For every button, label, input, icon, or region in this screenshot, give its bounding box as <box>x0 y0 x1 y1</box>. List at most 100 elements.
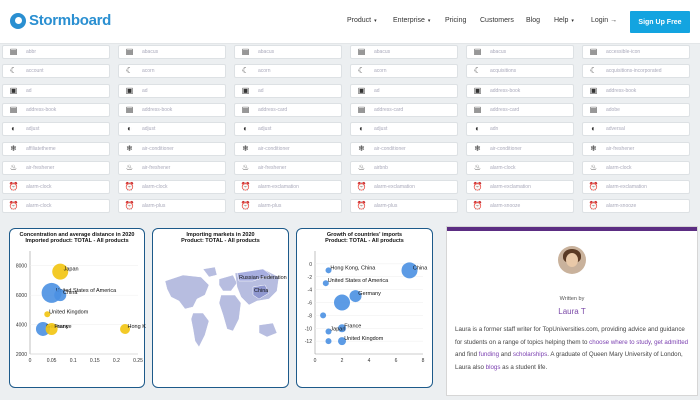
nav-customers[interactable]: Customers <box>480 17 514 24</box>
icon-tile[interactable]: ▤ abbr <box>2 45 110 59</box>
y-tick-label: 0 <box>309 262 312 268</box>
funding-link[interactable]: funding <box>479 351 499 358</box>
icon-tile-label: abacus <box>374 49 391 55</box>
alarm-clock-icon: ⏰ <box>8 201 19 211</box>
acorn-icon: ☾ <box>125 66 134 76</box>
icon-tile[interactable]: ⏰ alarm-snooze <box>582 199 690 214</box>
icon-tile[interactable]: ▤ address-card <box>234 102 342 117</box>
scholarships-link[interactable]: scholarships <box>513 351 547 358</box>
icon-tile[interactable]: ⏰ alarm-plus <box>350 199 458 214</box>
icon-tile-label: adjust <box>26 126 40 133</box>
data-point-label: United States of America <box>328 278 389 284</box>
icon-tile[interactable]: ▤ address-card <box>466 102 574 117</box>
adn-icon: ◐ <box>475 124 480 134</box>
icon-tile-label: alarm-plus <box>142 203 166 210</box>
icon-tile[interactable]: ☾ acquisitions <box>466 64 574 79</box>
adobe-icon: ▤ <box>589 104 598 114</box>
icon-tile[interactable]: ⏰ alarm-plus <box>234 199 342 214</box>
icon-tile[interactable]: ▣ address-book <box>466 83 574 98</box>
ad-icon: ▣ <box>241 85 250 95</box>
icon-tile-label: alarm-plus <box>374 203 398 210</box>
icon-tile[interactable]: ☾ acorn <box>350 64 458 79</box>
icon-tile[interactable]: ⏰ alarm-clock <box>2 199 110 214</box>
icon-tile[interactable]: ☾ acorn <box>118 64 226 79</box>
icon-tile[interactable]: ⏰ alarm-exclamation <box>350 180 458 195</box>
icon-tile[interactable]: ▤ address-card <box>350 102 458 117</box>
y-tick-label: -12 <box>305 339 312 345</box>
icon-tile[interactable]: ◐ adn <box>466 122 574 137</box>
icon-tile[interactable]: ▣ address-book <box>582 83 690 98</box>
nav-pricing[interactable]: Pricing <box>445 17 466 24</box>
icon-tile[interactable]: ▤ abacus <box>466 45 574 59</box>
chevron-down-icon: ▾ <box>571 18 574 24</box>
icon-tile[interactable]: ⏰ alarm-exclamation <box>466 180 574 195</box>
nav-help[interactable]: Help ▾ <box>554 17 574 24</box>
icon-tile[interactable]: ⏰ alarm-clock <box>2 180 110 195</box>
icon-tile[interactable]: ◐ adjust <box>234 122 342 137</box>
icon-tile[interactable]: ♨ air-freshener <box>234 160 342 175</box>
icon-tile[interactable]: ❄ air-conditioner <box>234 141 342 156</box>
icon-tile[interactable]: ♨ alarm-clock <box>582 160 690 175</box>
icon-tile[interactable]: ▤ address-book <box>118 102 226 117</box>
data-point-label: United Kingdom <box>49 309 89 315</box>
icon-tile[interactable]: ⏰ alarm-exclamation <box>582 180 690 195</box>
icon-tile[interactable]: ⏰ alarm-snooze <box>466 199 574 214</box>
icon-tile[interactable]: ♨ air-freshener <box>118 160 226 175</box>
icon-tile[interactable]: ⏰ alarm-plus <box>118 199 226 214</box>
nav-enterprise[interactable]: Enterprise ▾ <box>393 17 430 24</box>
icon-tile-label: alarm-clock <box>26 184 52 191</box>
icon-tile[interactable]: ⏰ alarm-clock <box>118 180 226 195</box>
icon-tile[interactable]: ▣ ad <box>118 83 226 98</box>
data-point-label: Japan <box>330 326 345 332</box>
icon-tile[interactable]: ❄ air-conditioner <box>350 141 458 156</box>
nav-product[interactable]: Product ▾ <box>347 17 377 24</box>
icon-tile[interactable]: ▤ address-book <box>2 102 110 117</box>
abacus-icon: ▤ <box>357 47 366 56</box>
icon-tile[interactable]: ☾ acquisitions-incorporated <box>582 64 690 79</box>
choose-where-to-study-link[interactable]: choose where to study <box>589 339 650 346</box>
icon-tile[interactable]: ▣ ad <box>350 83 458 98</box>
icon-tile[interactable]: ♨ air-freshener <box>2 160 110 175</box>
data-bubble <box>334 294 350 311</box>
address-book-icon: ▤ <box>9 104 18 114</box>
get-admitted-link[interactable]: get admitted <box>654 339 688 346</box>
alarm-snooze-icon: ⏰ <box>472 201 483 211</box>
icon-tile[interactable]: ❄ affiliatetheme <box>2 141 110 156</box>
stormboard-logo[interactable]: Stormboard <box>10 12 111 29</box>
airbnb-icon: ♨ <box>357 162 366 172</box>
data-point-label: Japan <box>64 267 79 273</box>
icon-tile-label: ad <box>374 87 380 94</box>
brand-name: Stormboard <box>29 12 112 29</box>
icon-tile[interactable]: ◐ adjust <box>2 122 110 137</box>
icon-tile-label: address-book <box>142 106 173 113</box>
icon-tile[interactable]: ▤ abacus <box>350 45 458 59</box>
address-card-icon: ▤ <box>241 104 250 114</box>
sign-up-button[interactable]: Sign Up Free <box>630 11 690 33</box>
icon-tile[interactable]: ❄ air-freshener <box>582 141 690 156</box>
icon-tile[interactable]: ▤ accessible-icon <box>582 45 690 59</box>
icon-tile[interactable]: ◐ adjust <box>350 122 458 137</box>
icon-tile[interactable]: ☾ acorn <box>234 64 342 79</box>
air-freshener-icon: ♨ <box>125 162 134 172</box>
x-tick-label: 6 <box>395 358 398 364</box>
icon-tile[interactable]: ◐ adjust <box>118 122 226 137</box>
blogs-link[interactable]: blogs <box>486 364 501 371</box>
x-tick-label: 0.05 <box>47 358 57 364</box>
icon-tile[interactable]: ◐ adversal <box>582 122 690 137</box>
icon-tile[interactable]: ♨ alarm-clock <box>466 160 574 175</box>
icon-tile[interactable]: ❄ air-conditioner <box>118 141 226 156</box>
icon-tile[interactable]: ▣ ad <box>234 83 342 98</box>
icon-tile[interactable]: ⏰ alarm-exclamation <box>234 180 342 195</box>
icon-tile[interactable]: ▤ adobe <box>582 102 690 117</box>
author-name[interactable]: Laura T <box>447 307 697 316</box>
y-tick-label: 4000 <box>16 323 27 329</box>
icon-tile[interactable]: ☾ account <box>2 64 110 79</box>
icon-tile[interactable]: ▤ abacus <box>118 45 226 59</box>
nav-login[interactable]: Login → <box>591 17 617 24</box>
icon-tile[interactable]: ▤ abacus <box>234 45 342 59</box>
nav-blog[interactable]: Blog <box>526 17 540 24</box>
icon-tile[interactable]: ❄ air-conditioner <box>466 141 574 156</box>
icon-tile[interactable]: ♨ airbnb <box>350 160 458 175</box>
icon-tile[interactable]: ▣ ad <box>2 83 110 98</box>
logo-icon <box>10 12 26 29</box>
